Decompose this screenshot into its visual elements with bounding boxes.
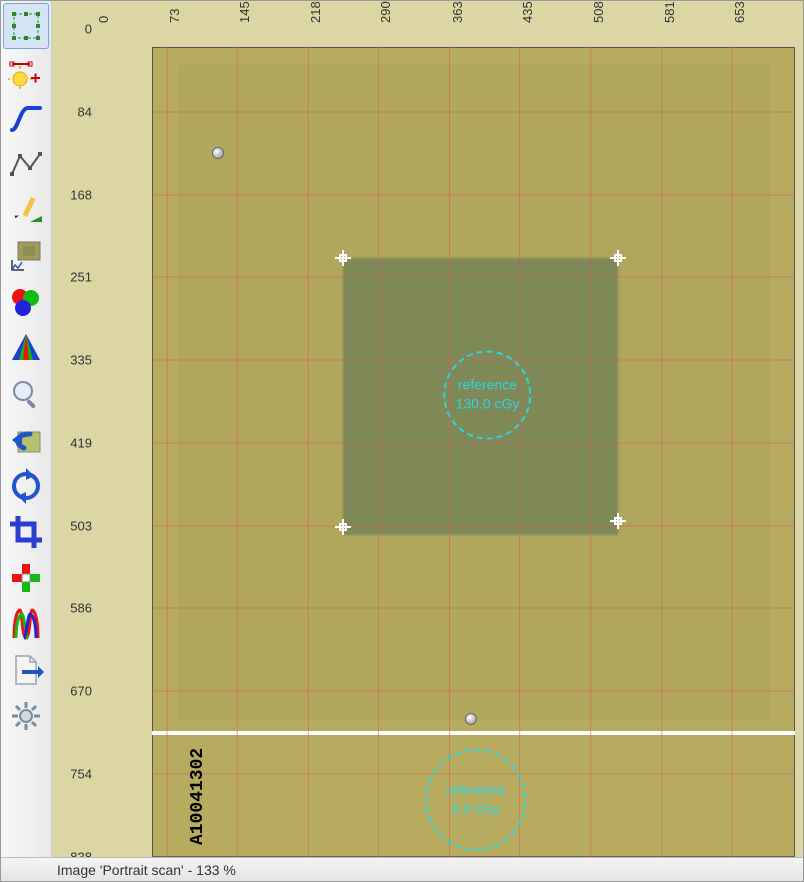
tool-annotate[interactable] <box>3 187 49 233</box>
ruler-h-tick: 581 <box>662 1 677 23</box>
profile-line-icon <box>8 146 44 182</box>
ruler-h-tick: 363 <box>450 1 465 23</box>
reference-roi[interactable]: reference130.0 cGy <box>444 350 532 439</box>
color-channels-icon <box>8 284 44 320</box>
ruler-h-tick: 145 <box>237 1 252 23</box>
crop-icon <box>8 514 44 550</box>
tool-align-points[interactable] <box>3 49 49 95</box>
ruler-v-tick: 0 <box>85 22 92 37</box>
tool-channel-merge[interactable] <box>3 601 49 647</box>
plot-area[interactable]: A10041302 reference130.0 cGyreference0.0… <box>96 29 803 857</box>
zoom-icon <box>8 376 44 412</box>
ruler-v-tick: 84 <box>78 104 92 119</box>
ruler-vertical: 084168251335419503586670754838 <box>52 29 96 857</box>
ruler-h-tick: 218 <box>308 1 323 23</box>
film-code-label: A10041302 <box>188 748 208 845</box>
tool-export[interactable] <box>3 647 49 693</box>
ruler-v-tick: 251 <box>70 270 92 285</box>
grid-overlay <box>96 29 803 857</box>
reference-value: 0.0 cGy <box>452 800 500 819</box>
corner-crosshair[interactable] <box>610 513 626 529</box>
ruler-horizontal: 073145218290363435508581653726 <box>96 1 803 29</box>
channel-merge-icon <box>8 606 44 642</box>
align-points-icon <box>8 54 44 90</box>
ruler-h-tick: 435 <box>520 1 535 23</box>
tool-calibration-curve[interactable] <box>3 95 49 141</box>
export-icon <box>8 652 44 688</box>
ruler-h-tick: 73 <box>167 9 182 23</box>
tool-rotate[interactable] <box>3 463 49 509</box>
fiducial-dot <box>465 713 477 725</box>
corner-crosshair[interactable] <box>610 250 626 266</box>
tool-inset-preview[interactable] <box>3 233 49 279</box>
image-canvas[interactable]: 073145218290363435508581653726 084168251… <box>52 1 803 857</box>
reference-label: reference <box>446 781 505 800</box>
calibration-curve-icon <box>8 100 44 136</box>
inset-preview-icon <box>8 238 44 274</box>
tool-color-balance[interactable] <box>3 555 49 601</box>
reference-roi[interactable]: reference0.0 cGy <box>425 748 526 851</box>
tool-rgb-prism[interactable] <box>3 325 49 371</box>
tool-crop[interactable] <box>3 509 49 555</box>
ruler-v-tick: 838 <box>70 850 92 858</box>
reference-label: reference <box>458 376 517 395</box>
rotate-icon <box>8 468 44 504</box>
tool-color-channels[interactable] <box>3 279 49 325</box>
ruler-h-tick: 290 <box>378 1 393 23</box>
ruler-v-tick: 335 <box>70 353 92 368</box>
ruler-v-tick: 503 <box>70 518 92 533</box>
status-bar: Image 'Portrait scan' - 133 % <box>1 857 803 881</box>
corner-crosshair[interactable] <box>335 250 351 266</box>
tool-select-roi[interactable] <box>3 3 49 49</box>
tool-zoom[interactable] <box>3 371 49 417</box>
ruler-v-tick: 670 <box>70 684 92 699</box>
annotate-icon <box>8 192 44 228</box>
status-text: Image 'Portrait scan' - 133 % <box>57 862 236 878</box>
ruler-h-tick: 508 <box>591 1 606 23</box>
ruler-h-tick: 0 <box>96 16 111 23</box>
tool-profile-line[interactable] <box>3 141 49 187</box>
select-roi-icon <box>8 8 44 44</box>
ruler-v-tick: 419 <box>70 436 92 451</box>
toolbar <box>1 1 52 857</box>
tool-settings[interactable] <box>3 693 49 739</box>
corner-crosshair[interactable] <box>335 519 351 535</box>
settings-icon <box>8 698 44 734</box>
ruler-h-tick: 653 <box>732 1 747 23</box>
ruler-v-tick: 754 <box>70 767 92 782</box>
reference-value: 130.0 cGy <box>456 395 520 414</box>
ruler-v-tick: 168 <box>70 187 92 202</box>
undo-icon <box>8 422 44 458</box>
rgb-prism-icon <box>8 330 44 366</box>
tool-undo[interactable] <box>3 417 49 463</box>
color-balance-icon <box>8 560 44 596</box>
ruler-v-tick: 586 <box>70 601 92 616</box>
